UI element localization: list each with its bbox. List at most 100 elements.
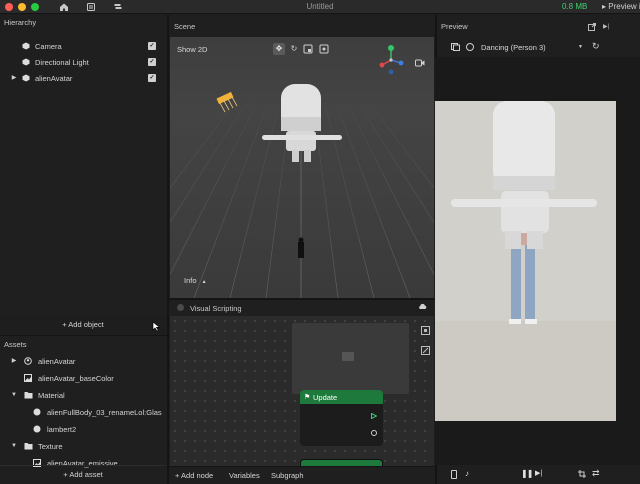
visibility-checkbox[interactable]: ✓ (148, 74, 156, 82)
preview-header: Preview ▶| (437, 15, 640, 37)
asset-item-label: Texture (38, 442, 63, 451)
data-output-port-icon[interactable] (371, 430, 377, 436)
pause-icon[interactable]: ❚❚ (521, 469, 533, 478)
expand-arrow-icon[interactable]: ▶ (10, 357, 18, 365)
info-toggle[interactable]: Info ▲ (184, 276, 207, 285)
exec-output-port-icon[interactable] (371, 412, 378, 420)
asset-item-basecolor[interactable]: alienAvatar_baseColor (0, 370, 166, 386)
second-node-header[interactable] (300, 459, 383, 466)
asset-item-label: alienAvatar_baseColor (38, 374, 114, 383)
sphere-icon (33, 425, 41, 433)
preview-in-label: Preview in (608, 2, 640, 11)
transform-toolbar: ✥ ↻ (273, 43, 333, 55)
scale-tool-icon[interactable] (303, 44, 313, 54)
scene-viewport[interactable]: Show 2D ✥ ↻ Y Info ▲ (170, 37, 434, 298)
flag-icon: ⚑ (304, 394, 311, 401)
caret-up-icon: ▲ (201, 279, 207, 285)
visual-scripting-title: Visual Scripting (190, 304, 242, 313)
update-node[interactable]: ⚑ Update (300, 390, 383, 446)
update-node-header[interactable]: ⚑ Update (300, 390, 383, 404)
asset-folder-material[interactable]: ▼ Material (0, 387, 166, 403)
move-tool-icon[interactable]: ✥ (273, 43, 285, 55)
alien-avatar-model[interactable] (262, 84, 342, 162)
window-title: Untitled (306, 2, 334, 11)
asset-item-label: alienFullBody_03_renameLol:Glas (47, 408, 162, 417)
gallery-icon[interactable] (451, 43, 460, 51)
cube-icon (22, 42, 30, 50)
collapse-arrow-icon[interactable]: ▼ (10, 442, 18, 450)
preview-camera-feed[interactable] (435, 101, 616, 421)
asset-item-lambert2[interactable]: lambert2 (0, 421, 166, 437)
image-icon (24, 374, 32, 382)
preview-title: Preview (441, 22, 468, 31)
asset-item-material-glass[interactable]: alienFullBody_03_renameLol:Glas (0, 404, 166, 420)
cloud-icon[interactable] (418, 303, 427, 312)
scene-title: Scene (174, 22, 196, 31)
avatar-icon (24, 357, 32, 365)
divider (0, 465, 167, 466)
expand-view-icon[interactable] (421, 346, 430, 355)
collapse-arrow-icon[interactable]: ▼ (10, 391, 18, 399)
variables-tab[interactable]: Variables (229, 471, 260, 480)
minimap[interactable] (292, 323, 409, 394)
visual-scripting-toolbar: + Add node Variables Subgraph (169, 466, 435, 484)
fit-view-icon[interactable] (421, 326, 430, 335)
asset-item-alienavatar[interactable]: ▶ alienAvatar (0, 353, 166, 369)
camera-view-icon[interactable] (415, 59, 425, 68)
step-forward-icon[interactable]: ▶| (535, 469, 542, 477)
preview-footer: ♪ ❚❚ ▶| ⇄ (437, 465, 640, 484)
asset-item-emissive[interactable]: alienAvatar_emissive (0, 455, 166, 471)
update-node-title: Update (313, 393, 338, 402)
hierarchy-item-camera[interactable]: Camera ✓ (0, 38, 166, 54)
asset-item-label: lambert2 (47, 425, 77, 434)
assets-panel: Assets ▶ alienAvatar alienAvatar_baseCol… (0, 336, 167, 484)
hierarchy-item-label: Camera (35, 42, 62, 51)
expand-arrow-icon[interactable]: ▶ (10, 74, 18, 82)
axis-gizmo[interactable]: Y (377, 43, 409, 77)
hierarchy-item-directional-light[interactable]: Directional Light ✓ (0, 54, 166, 70)
memory-indicator: 0.8 MB (562, 2, 588, 11)
effect-select-value: Dancing (Person 3) (481, 43, 546, 52)
add-node-button[interactable]: + Add node (175, 471, 213, 480)
popout-icon[interactable] (588, 23, 596, 31)
asset-item-label: alienAvatar_emissive (47, 459, 118, 468)
hierarchy-item-alienavatar[interactable]: ▶ alienAvatar ✓ (0, 70, 166, 86)
minimap-viewport (342, 352, 354, 361)
preview-toolbar: Dancing (Person 3) ▼ ↻ (437, 37, 640, 57)
tiktok-icon[interactable]: ♪ (465, 469, 469, 478)
scene-header: Scene (169, 15, 435, 37)
flip-camera-icon[interactable]: ⇄ (592, 469, 600, 478)
sphere-icon (33, 408, 41, 416)
rect-tool-icon[interactable] (319, 44, 329, 54)
asset-folder-texture[interactable]: ▼ Texture (0, 438, 166, 454)
hierarchy-item-label: Directional Light (35, 58, 89, 67)
folder-icon (24, 391, 33, 399)
refresh-icon[interactable]: ↻ (592, 42, 600, 51)
device-icon[interactable] (451, 470, 457, 479)
show-2d-toggle[interactable]: Show 2D (177, 45, 207, 54)
asset-item-label: alienAvatar (38, 357, 76, 366)
subgraph-tab[interactable]: Subgraph (271, 471, 304, 480)
add-object-button[interactable]: + Add object (0, 320, 166, 329)
hierarchy-title: Hierarchy (4, 18, 37, 27)
preview-in-button[interactable]: ▸ Preview in (602, 2, 640, 11)
face-icon[interactable] (466, 43, 474, 51)
chevron-down-icon[interactable]: ▼ (578, 44, 583, 50)
rotate-tool-icon[interactable]: ↻ (289, 44, 299, 54)
hierarchy-panel: Hierarchy Camera ✓ Directional Light ✓ ▶… (0, 15, 167, 332)
cube-icon (22, 58, 30, 66)
crop-icon[interactable] (578, 470, 586, 478)
status-dot-icon (177, 304, 184, 311)
visibility-checkbox[interactable]: ✓ (148, 42, 156, 50)
effect-select[interactable]: Dancing (Person 3) (481, 43, 546, 52)
visual-scripting-canvas[interactable]: ⚑ Update (170, 316, 434, 466)
visibility-checkbox[interactable]: ✓ (148, 58, 156, 66)
folder-icon (24, 442, 33, 450)
send-to-device-icon[interactable]: ▶| (603, 23, 611, 31)
camera-object[interactable] (298, 237, 304, 259)
preview-avatar-on-person (435, 101, 616, 421)
visual-scripting-header: Visual Scripting (169, 300, 435, 316)
add-asset-button[interactable]: + Add asset (0, 470, 166, 479)
assets-title: Assets (4, 340, 27, 349)
info-label: Info (184, 276, 197, 285)
